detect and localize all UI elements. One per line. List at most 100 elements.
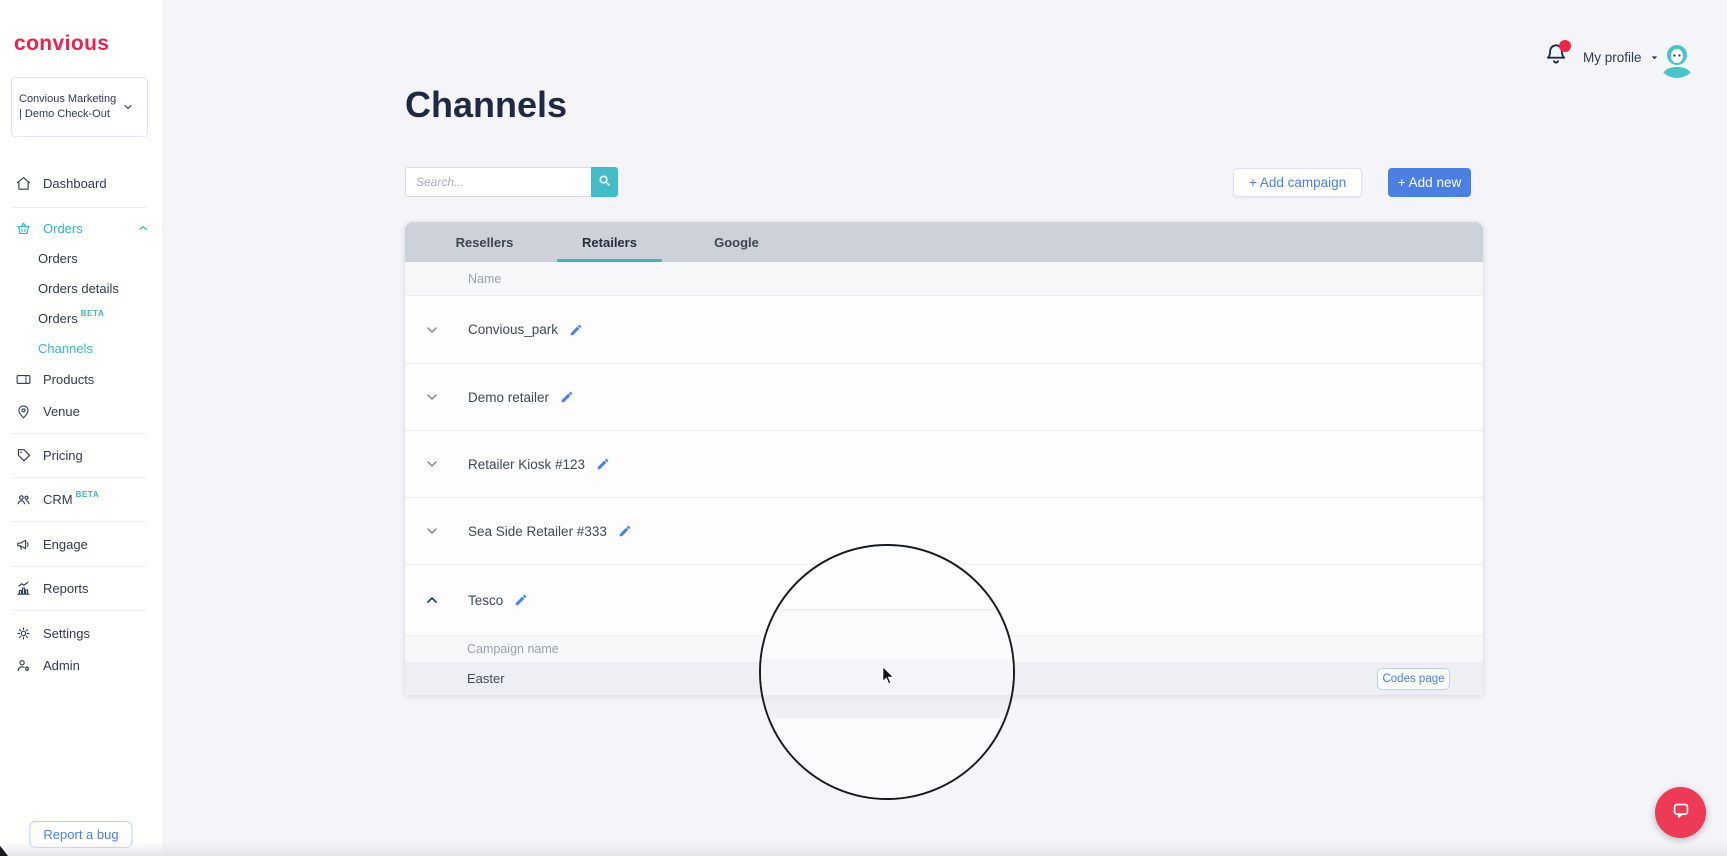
sidebar-item-label: Settings (43, 625, 90, 641)
profile-menu[interactable]: My profile (1583, 44, 1660, 70)
chevron-up-icon[interactable] (137, 222, 149, 234)
tab-google[interactable]: Google (674, 222, 799, 262)
magnified-row-divider (761, 609, 1013, 611)
sidebar-item-label: Channels (38, 340, 93, 356)
location-pin-icon (15, 403, 32, 420)
sidebar-divider (12, 521, 146, 522)
chevron-down-icon[interactable] (424, 322, 440, 338)
convious-logo: convious (14, 32, 110, 55)
sidebar-item-label: Pricing (43, 447, 83, 463)
ticket-icon (15, 371, 32, 388)
workspace-selector[interactable]: Convious Marketing | Demo Check-Out (11, 77, 148, 137)
sidebar: convious Convious Marketing | Demo Check… (0, 0, 162, 856)
workspace-label: Convious Marketing | Demo Check-Out (19, 93, 117, 120)
chevron-down-icon (122, 101, 134, 113)
tab-resellers[interactable]: Resellers (422, 222, 547, 262)
retailer-name: Sea Side Retailer #333 (468, 523, 607, 539)
sidebar-item-label: Dashboard (43, 175, 107, 191)
app-window: convious Convious Marketing | Demo Check… (0, 0, 1727, 856)
beta-badge: BETA (75, 489, 100, 499)
edit-pencil-icon[interactable] (569, 323, 583, 337)
sidebar-item-pricing[interactable]: Pricing (0, 440, 162, 470)
edit-pencil-icon[interactable] (596, 457, 610, 471)
sidebar-item-label: Products (43, 371, 95, 387)
sidebar-item-orders-details[interactable]: Orders details (0, 273, 162, 303)
notification-bell-icon[interactable] (1543, 40, 1571, 69)
beta-badge: BETA (80, 308, 105, 318)
sidebar-item-settings[interactable]: Settings (0, 618, 162, 648)
basket-icon (15, 220, 32, 237)
report-a-bug-button[interactable]: Report a bug (29, 821, 133, 848)
retailer-name: Tesco (468, 592, 504, 608)
sidebar-item-orders-beta[interactable]: Orders BETA (0, 303, 162, 333)
sidebar-divider (12, 433, 146, 434)
magnified-row-band (761, 719, 1013, 798)
chevron-up-icon[interactable] (424, 592, 440, 608)
add-campaign-button[interactable]: + Add campaign (1233, 168, 1363, 197)
sidebar-item-dashboard[interactable]: Dashboard (0, 168, 162, 198)
sidebar-item-venue[interactable]: Venue (0, 396, 162, 426)
campaign-name: Easter (467, 671, 505, 686)
campaign-column-header: Campaign name (467, 642, 559, 656)
sidebar-item-label: Orders (43, 220, 83, 236)
sidebar-item-engage[interactable]: Engage (0, 529, 162, 559)
avatar[interactable] (1657, 38, 1697, 78)
bottom-edge-shadow (0, 842, 1727, 856)
sidebar-divider (12, 566, 146, 567)
sidebar-item-crm[interactable]: CRM BETA (0, 484, 162, 514)
chevron-down-icon[interactable] (424, 389, 440, 405)
tab-bar: Resellers Retailers Google (405, 222, 1483, 262)
magnified-row-edge (761, 695, 1013, 719)
sidebar-divider (12, 477, 146, 478)
magnified-row-band (761, 612, 1013, 659)
sidebar-divider (12, 610, 146, 611)
people-icon (15, 491, 32, 508)
search-button[interactable] (591, 167, 618, 197)
sidebar-item-label: Admin (43, 657, 80, 673)
sidebar-item-label: Venue (43, 403, 80, 419)
search-bar (405, 167, 618, 197)
retailer-name: Retailer Kiosk #123 (468, 456, 586, 472)
sidebar-item-label: Reports (43, 580, 89, 596)
table-row: Retailer Kiosk #123 (405, 430, 1483, 497)
profile-label: My profile (1583, 49, 1642, 65)
sidebar-item-label: Orders (38, 250, 78, 266)
sidebar-item-label: Engage (43, 536, 88, 552)
bar-chart-icon (15, 580, 32, 597)
page-title: Channels (405, 84, 568, 125)
megaphone-icon (15, 536, 32, 553)
sidebar-item-orders-group[interactable]: Orders (0, 213, 162, 243)
sidebar-item-reports[interactable]: Reports (0, 573, 162, 603)
table-header: Name (405, 262, 1483, 296)
sidebar-divider (12, 207, 146, 208)
sidebar-item-orders[interactable]: Orders (0, 243, 162, 273)
tag-icon (15, 447, 32, 464)
table-row: Demo retailer (405, 363, 1483, 430)
gear-icon (15, 625, 32, 642)
sidebar-item-label: CRM (43, 491, 73, 507)
chevron-down-icon[interactable] (424, 523, 440, 539)
table-row: Convious_park (405, 296, 1483, 363)
sidebar-item-label: Orders (38, 310, 78, 326)
search-input[interactable] (405, 167, 591, 197)
sidebar-item-admin[interactable]: Admin (0, 650, 162, 680)
add-new-button[interactable]: + Add new (1388, 168, 1471, 197)
mouse-cursor (882, 665, 895, 685)
user-gear-icon (15, 657, 32, 674)
table-row: Sea Side Retailer #333 (405, 497, 1483, 564)
edit-pencil-icon[interactable] (560, 390, 574, 404)
sidebar-item-label: Orders details (38, 280, 119, 296)
chevron-down-icon[interactable] (424, 456, 440, 472)
search-icon (597, 173, 612, 191)
home-icon (15, 175, 32, 192)
tab-retailers[interactable]: Retailers (547, 222, 672, 262)
retailer-name: Convious_park (468, 322, 559, 337)
sidebar-item-channels[interactable]: Channels (0, 333, 162, 363)
edit-pencil-icon[interactable] (618, 524, 632, 538)
chat-widget-button[interactable] (1655, 787, 1706, 838)
edit-pencil-icon[interactable] (514, 593, 528, 607)
codes-page-button[interactable]: Codes page (1377, 668, 1450, 690)
retailer-name: Demo retailer (468, 389, 550, 405)
notification-dot (1559, 40, 1571, 52)
sidebar-item-products[interactable]: Products (0, 364, 162, 394)
